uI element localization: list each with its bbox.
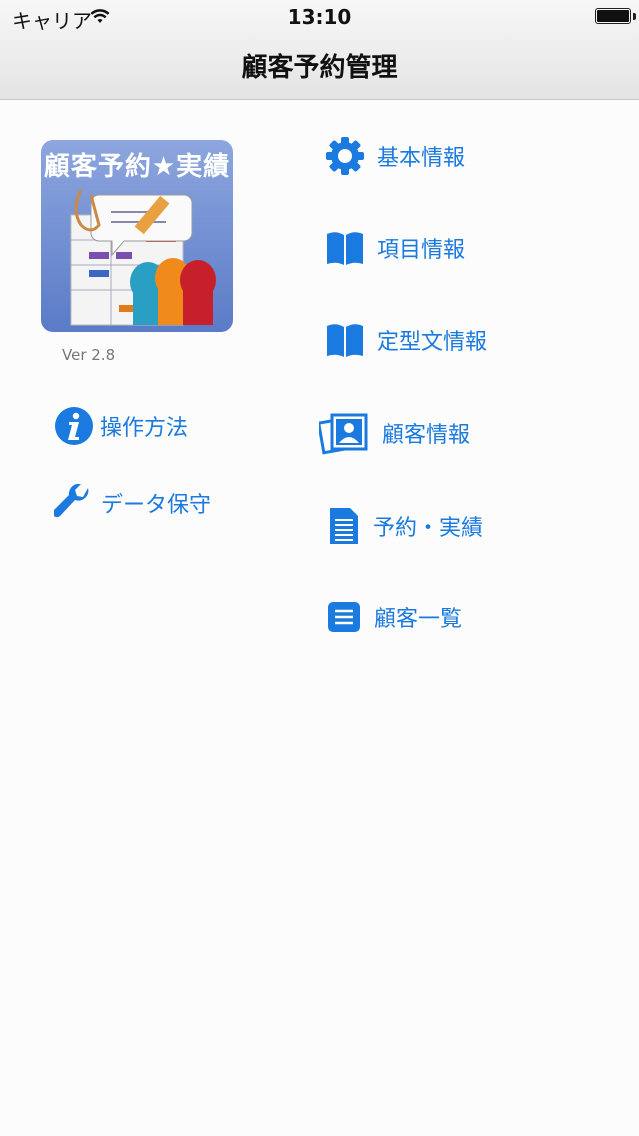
menu-label: 予約・実績: [373, 516, 484, 541]
info-icon: [55, 407, 93, 445]
menu-item-field-info[interactable]: 項目情報: [325, 230, 465, 266]
menu-item-basic-info[interactable]: 基本情報: [325, 136, 465, 176]
menu-label: 顧客一覧: [374, 607, 463, 632]
menu-item-customer-list[interactable]: 顧客一覧: [328, 600, 462, 634]
status-time: 13:10: [287, 5, 352, 29]
app-version: Ver 2.8: [62, 346, 116, 364]
book-icon: [327, 324, 363, 357]
menu-label: データ保守: [101, 493, 212, 518]
menu-item-reservation-results[interactable]: 予約・実績: [328, 506, 483, 546]
menu-label: 基本情報: [377, 146, 466, 171]
list-icon: [328, 602, 360, 632]
wrench-icon: [54, 484, 89, 518]
menu-label: 項目情報: [377, 238, 466, 263]
menu-label: 定型文情報: [377, 330, 488, 355]
app-logo: 顧客予約★実績: [41, 140, 233, 332]
menu-item-data-maintenance[interactable]: データ保守: [54, 484, 211, 522]
menu-item-operation-guide[interactable]: 操作方法: [54, 406, 188, 446]
menu-label: 顧客情報: [382, 423, 471, 448]
gear-icon: [326, 137, 364, 175]
menu-label: 操作方法: [100, 416, 189, 441]
app-logo-artwork: [70, 189, 216, 326]
menu-item-template-info[interactable]: 定型文情報: [325, 322, 487, 358]
menu-item-customer-info[interactable]: 顧客情報: [319, 410, 470, 456]
contact-photo-icon: [319, 413, 368, 455]
battery-icon: [595, 8, 631, 24]
navigation-bar: キャリア 13:10 顧客予約管理: [0, 0, 639, 100]
status-bar: キャリア 13:10: [0, 0, 639, 34]
document-icon: [330, 508, 358, 544]
book-icon: [327, 232, 363, 265]
page-title: 顧客予約管理: [241, 53, 398, 83]
